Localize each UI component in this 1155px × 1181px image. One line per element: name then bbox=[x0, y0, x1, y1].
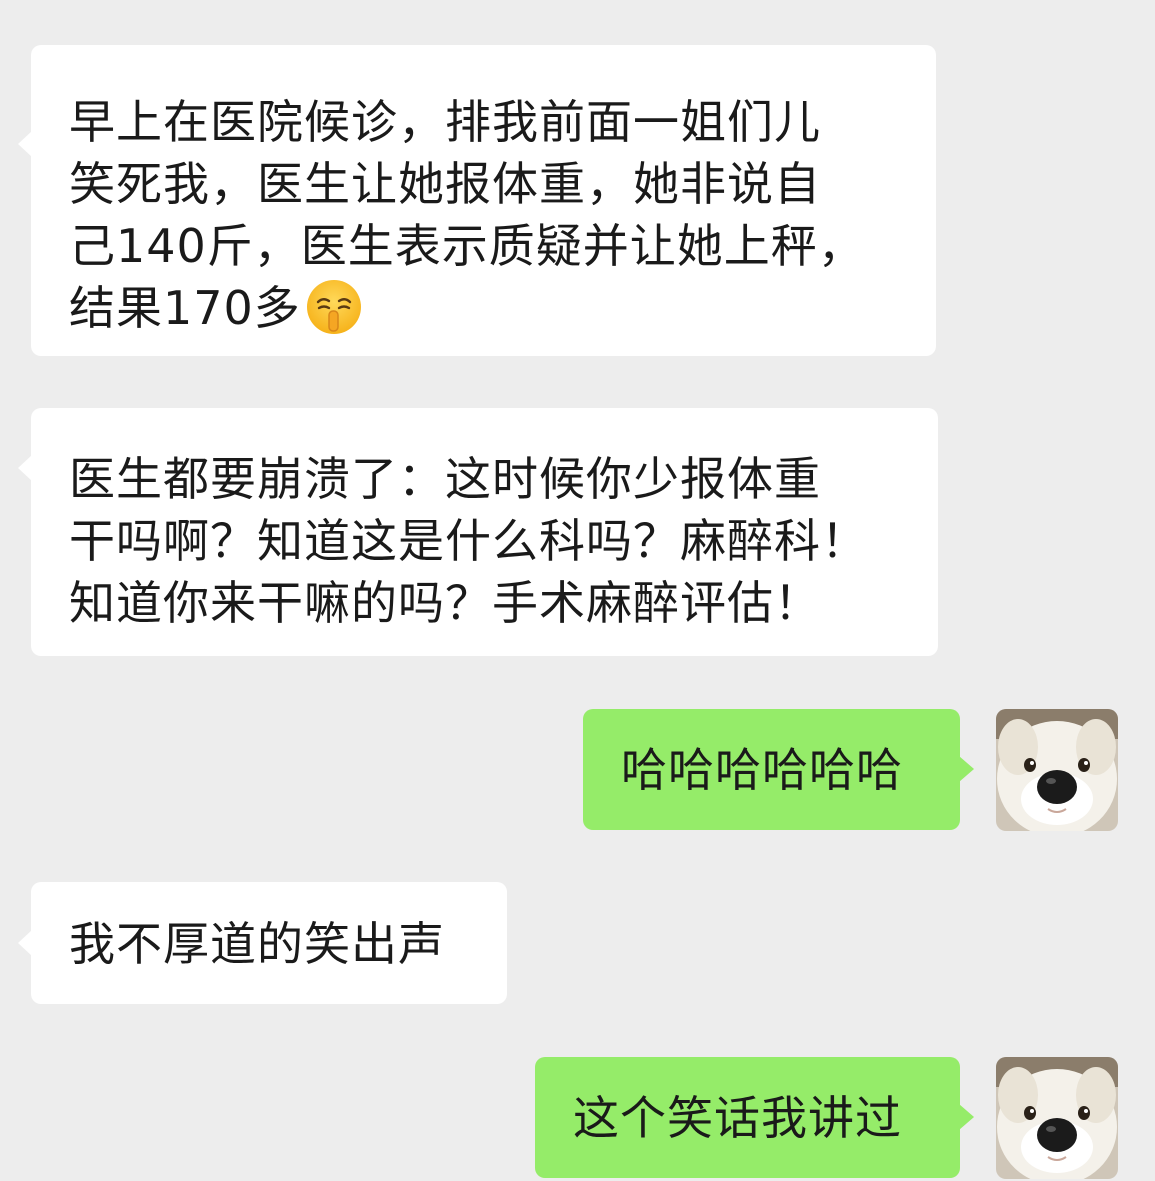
message-text-line: 医生都要崩溃了：这时候你少报体重 bbox=[69, 452, 821, 506]
white-dog-avatar[interactable] bbox=[996, 1057, 1118, 1179]
white-dog-avatar[interactable] bbox=[996, 709, 1118, 831]
outgoing-message-bubble[interactable]: 哈哈哈哈哈哈 bbox=[583, 709, 974, 830]
message-text-line: 我不厚道的笑出声 bbox=[69, 917, 445, 971]
incoming-message-bubble[interactable]: 医生都要崩溃了：这时候你少报体重 干吗啊？知道这是什么科吗？麻醉科！ 知道你来干… bbox=[18, 408, 938, 656]
message-text-line: 笑死我，医生让她报体重，她非说自 bbox=[69, 157, 821, 211]
message-text-fragment: 结果170多 bbox=[69, 281, 301, 335]
incoming-message-bubble[interactable]: 我不厚道的笑出声 bbox=[18, 882, 507, 1004]
chat-view: 早上在医院候诊，排我前面一姐们儿 笑死我，医生让她报体重，她非说自 己140斤，… bbox=[0, 0, 1155, 1181]
message-text-line: 结果170多 bbox=[69, 277, 936, 339]
incoming-message-bubble[interactable]: 早上在医院候诊，排我前面一姐们儿 笑死我，医生让她报体重，她非说自 己140斤，… bbox=[18, 45, 936, 356]
message-text-line: 知道你来干嘛的吗？手术麻醉评估！ bbox=[69, 576, 821, 630]
message-text-line: 干吗啊？知道这是什么科吗？麻醉科！ bbox=[69, 514, 868, 568]
message-text-line: 这个笑话我讲过 bbox=[573, 1091, 902, 1145]
message-text-line: 己140斤，医生表示质疑并让她上秤， bbox=[69, 219, 865, 273]
message-text-line: 早上在医院候诊，排我前面一姐们儿 bbox=[69, 95, 821, 149]
message-text-line: 哈哈哈哈哈哈 bbox=[621, 743, 903, 797]
shushing-face-emoji bbox=[305, 278, 363, 336]
outgoing-message-bubble[interactable]: 这个笑话我讲过 bbox=[535, 1057, 974, 1178]
